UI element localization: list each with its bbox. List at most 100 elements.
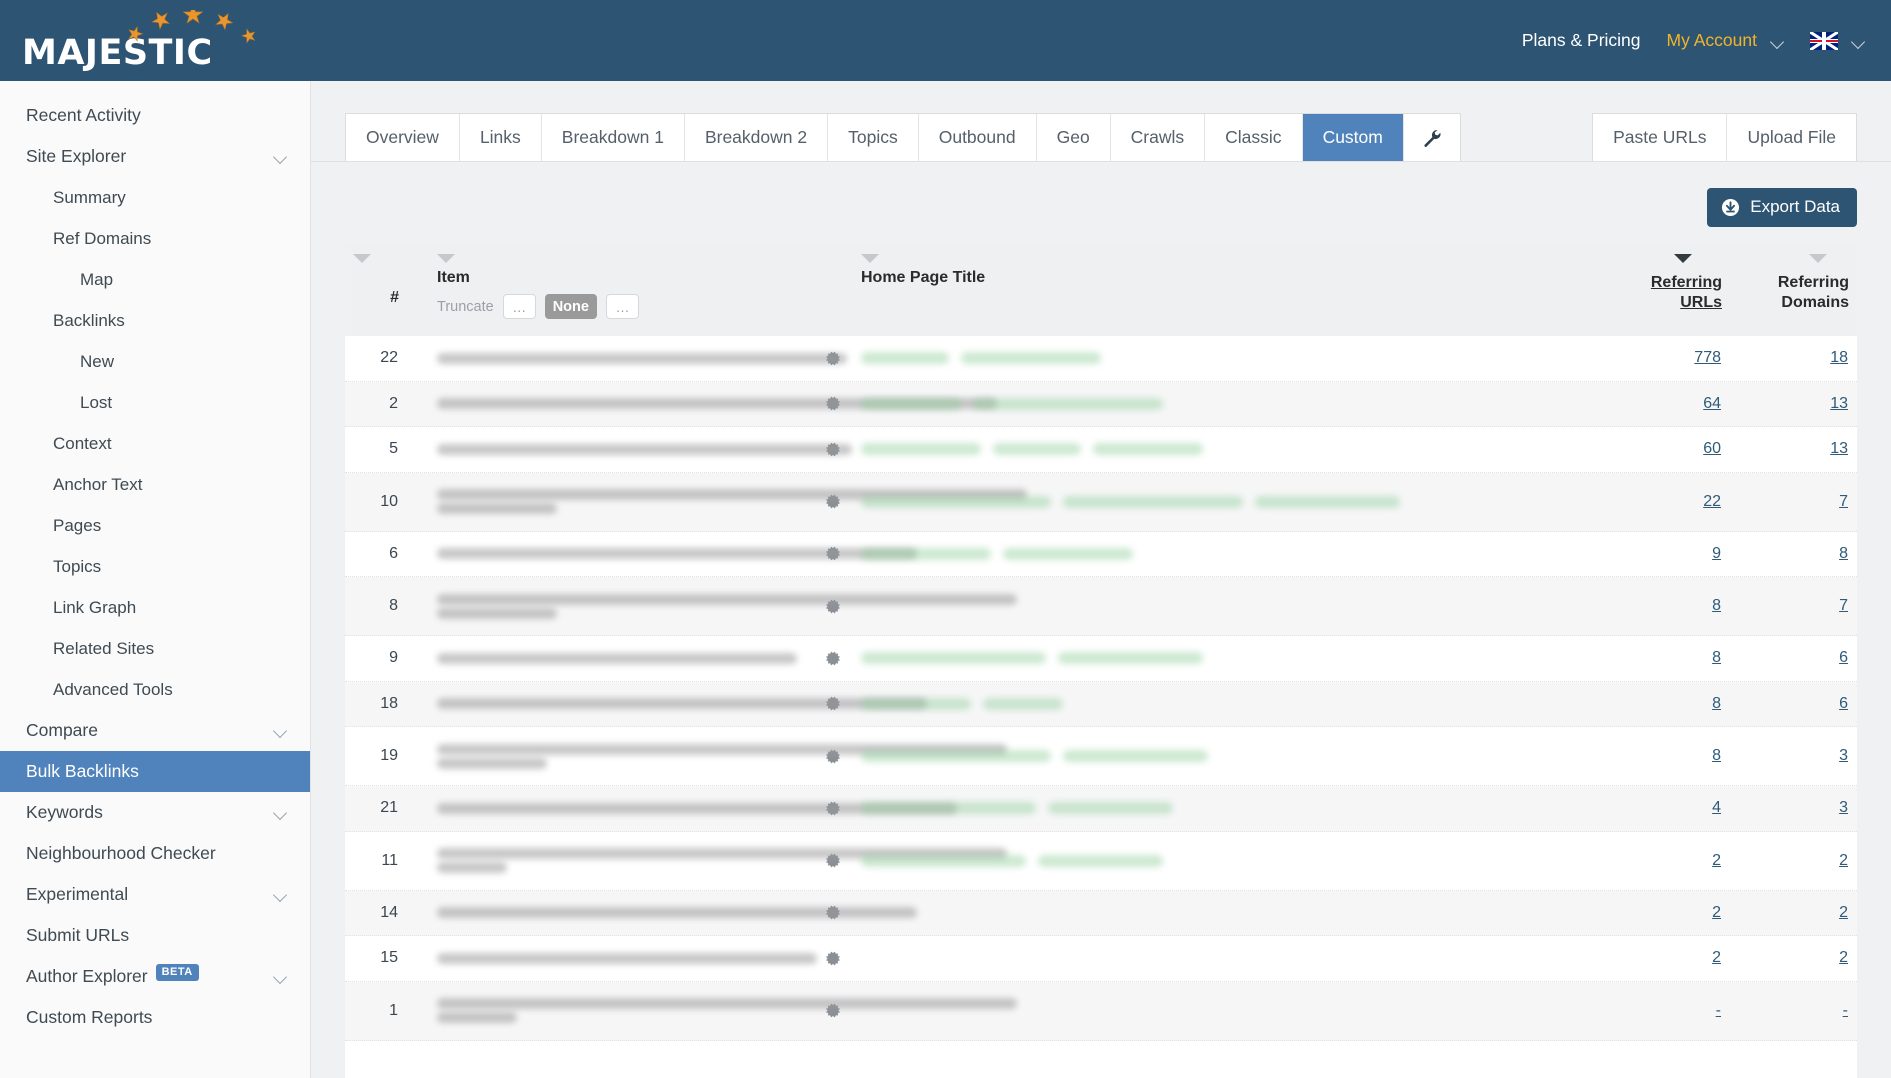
sort-referring-domains-icon[interactable] [1809, 254, 1827, 263]
referring-domains-link[interactable]: 6 [1839, 649, 1848, 666]
sort-item-icon[interactable] [437, 254, 455, 263]
truncate-option-long[interactable]: … [605, 294, 639, 319]
row-item-url[interactable] [407, 593, 1017, 619]
sidebar-item-anchor-text[interactable]: Anchor Text [0, 464, 310, 505]
sidebar-item-context[interactable]: Context [0, 423, 310, 464]
referring-domains-link[interactable]: 18 [1830, 349, 1848, 366]
row-item-url[interactable] [407, 548, 917, 560]
sidebar-item-compare[interactable]: Compare [0, 710, 310, 751]
sidebar-item-summary[interactable]: Summary [0, 177, 310, 218]
upload-file-button[interactable]: Upload File [1727, 114, 1856, 161]
referring-domains-link[interactable]: 6 [1839, 695, 1848, 712]
sort-referring-urls-icon[interactable] [1674, 254, 1692, 263]
tab-links[interactable]: Links [459, 114, 542, 161]
sidebar-item-backlinks[interactable]: Backlinks [0, 300, 310, 341]
referring-domains-link[interactable]: 8 [1839, 545, 1848, 562]
referring-urls-link[interactable]: 64 [1703, 395, 1721, 412]
sidebar-item-lost[interactable]: Lost [0, 382, 310, 423]
tab-overview[interactable]: Overview [346, 114, 460, 161]
plans-and-pricing-link[interactable]: Plans & Pricing [1522, 30, 1641, 51]
referring-domains-link[interactable]: 7 [1839, 493, 1848, 510]
truncate-option-short[interactable]: … [502, 294, 536, 319]
gear-icon[interactable] [825, 650, 843, 667]
tab-breakdown-2[interactable]: Breakdown 2 [684, 114, 829, 161]
referring-domains-link[interactable]: 2 [1839, 904, 1848, 921]
referring-urls-link[interactable]: - [1716, 1002, 1721, 1019]
referring-urls-link[interactable]: 4 [1712, 799, 1721, 816]
referring-domains-link[interactable]: 3 [1839, 747, 1848, 764]
referring-urls-link[interactable]: 8 [1712, 649, 1721, 666]
sort-index-icon[interactable] [353, 254, 371, 263]
majestic-logo[interactable]: MAJESTIC [0, 0, 311, 81]
tab-geo[interactable]: Geo [1036, 114, 1111, 161]
referring-domains-link[interactable]: 2 [1839, 949, 1848, 966]
chevron-down-icon[interactable] [274, 152, 288, 161]
row-item-url[interactable] [407, 352, 847, 364]
language-selector[interactable] [1810, 31, 1865, 50]
my-account-menu[interactable]: My Account [1667, 30, 1784, 51]
tab-classic[interactable]: Classic [1205, 114, 1303, 161]
sidebar-item-topics[interactable]: Topics [0, 546, 310, 587]
referring-domains-link[interactable]: 2 [1839, 852, 1848, 869]
referring-domains-link[interactable]: 13 [1830, 440, 1848, 457]
row-item-url[interactable] [407, 802, 957, 814]
sidebar-item-neighbourhood-checker[interactable]: Neighbourhood Checker [0, 833, 310, 874]
truncate-option-none[interactable]: None [544, 294, 597, 319]
referring-domains-link[interactable]: 7 [1839, 597, 1848, 614]
referring-domains-link[interactable]: 3 [1839, 799, 1848, 816]
tab-topics[interactable]: Topics [828, 114, 919, 161]
referring-urls-link[interactable]: 8 [1712, 695, 1721, 712]
sidebar-item-site-explorer[interactable]: Site Explorer [0, 136, 310, 177]
sidebar-item-ref-domains[interactable]: Ref Domains [0, 218, 310, 259]
sidebar-item-advanced-tools[interactable]: Advanced Tools [0, 669, 310, 710]
sidebar-item-custom-reports[interactable]: Custom Reports [0, 997, 310, 1038]
sidebar-item-map[interactable]: Map [0, 259, 310, 300]
sidebar-item-link-graph[interactable]: Link Graph [0, 587, 310, 628]
referring-domains-link[interactable]: - [1843, 1002, 1848, 1019]
chevron-down-icon[interactable] [274, 726, 288, 735]
sort-home-page-title-icon[interactable] [861, 254, 879, 263]
referring-urls-link[interactable]: 2 [1712, 852, 1721, 869]
row-item-url[interactable] [407, 848, 1007, 873]
tab-breakdown-1[interactable]: Breakdown 1 [541, 114, 685, 161]
header-referring-urls[interactable]: Referring URLs [1599, 243, 1730, 336]
sidebar-item-keywords[interactable]: Keywords [0, 792, 310, 833]
chevron-down-icon[interactable] [274, 808, 288, 817]
sidebar-item-experimental[interactable]: Experimental [0, 874, 310, 915]
referring-urls-link[interactable]: 22 [1703, 493, 1721, 510]
referring-urls-link[interactable]: 8 [1712, 747, 1721, 764]
row-item-url[interactable] [407, 952, 817, 964]
chevron-down-icon[interactable] [274, 890, 288, 899]
row-item-url[interactable] [407, 698, 927, 710]
header-referring-domains[interactable]: Referring Domains [1730, 243, 1857, 336]
row-item-url[interactable] [407, 743, 1007, 769]
tab-settings-button[interactable] [1403, 114, 1460, 161]
referring-urls-link[interactable]: 60 [1703, 440, 1721, 457]
paste-urls-button[interactable]: Paste URLs [1593, 114, 1728, 161]
sidebar-item-recent-activity[interactable]: Recent Activity [0, 95, 310, 136]
export-data-button[interactable]: Export Data [1707, 188, 1857, 227]
chevron-down-icon[interactable] [274, 972, 288, 981]
sidebar-item-author-explorer[interactable]: Author Explorer BETA [0, 956, 310, 997]
tab-crawls[interactable]: Crawls [1110, 114, 1206, 161]
referring-urls-link[interactable]: 778 [1694, 349, 1721, 366]
referring-urls-link[interactable]: 2 [1712, 949, 1721, 966]
tab-outbound[interactable]: Outbound [918, 114, 1037, 161]
gear-icon[interactable] [825, 950, 843, 967]
row-item-url[interactable] [407, 443, 852, 455]
sidebar-item-new[interactable]: New [0, 341, 310, 382]
sidebar-item-related-sites[interactable]: Related Sites [0, 628, 310, 669]
sidebar-item-pages[interactable]: Pages [0, 505, 310, 546]
referring-urls-link[interactable]: 2 [1712, 904, 1721, 921]
referring-urls-link[interactable]: 8 [1712, 597, 1721, 614]
sidebar-item-bulk-backlinks[interactable]: Bulk Backlinks [0, 751, 310, 792]
tab-custom[interactable]: Custom [1302, 114, 1404, 161]
referring-domains-link[interactable]: 13 [1830, 395, 1848, 412]
row-item-url[interactable] [407, 907, 917, 919]
row-item-url[interactable] [407, 998, 1017, 1023]
sidebar-item-submit-urls[interactable]: Submit URLs [0, 915, 310, 956]
row-item-url[interactable] [407, 652, 811, 664]
referring-urls-link[interactable]: 9 [1712, 545, 1721, 562]
row-item-url[interactable] [407, 398, 997, 410]
row-item-url[interactable] [407, 489, 1027, 514]
